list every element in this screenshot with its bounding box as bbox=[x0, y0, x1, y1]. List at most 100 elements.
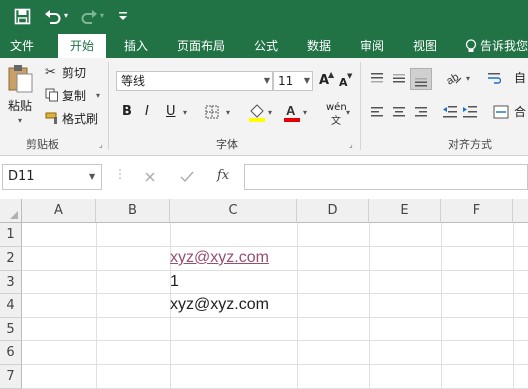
underline-dropdown-icon[interactable]: ▾ bbox=[183, 108, 187, 117]
copy-button[interactable]: 复制 bbox=[62, 88, 86, 104]
chevron-down-icon: ▼ bbox=[303, 76, 310, 85]
grid-line bbox=[22, 270, 528, 271]
font-color-icon[interactable]: A bbox=[283, 102, 301, 122]
orientation-icon[interactable]: ab bbox=[445, 69, 463, 87]
tab-page-layout[interactable]: 页面布局 bbox=[168, 34, 234, 58]
row-header-1[interactable]: 1 bbox=[0, 223, 22, 247]
phonetic-dropdown-icon[interactable]: ▾ bbox=[346, 108, 350, 117]
increase-indent-icon[interactable] bbox=[462, 105, 478, 119]
name-box-value: D11 bbox=[8, 169, 35, 184]
clipboard-launcher-icon[interactable]: ⌟ bbox=[99, 140, 103, 149]
column-header-c[interactable]: C bbox=[170, 199, 297, 223]
redo-icon[interactable] bbox=[80, 8, 98, 26]
font-size-value: 11 bbox=[278, 74, 294, 88]
tab-home[interactable]: 开始 bbox=[58, 34, 106, 58]
tab-review[interactable]: 审阅 bbox=[351, 34, 393, 58]
column-header-e[interactable]: E bbox=[369, 199, 441, 223]
column-header-f[interactable]: F bbox=[441, 199, 513, 223]
row-header-2[interactable]: 2 bbox=[0, 247, 22, 271]
cut-button[interactable]: 剪切 bbox=[62, 65, 86, 81]
align-center-icon[interactable] bbox=[392, 106, 406, 118]
paste-icon[interactable] bbox=[8, 64, 34, 94]
copy-dropdown-icon[interactable]: ▾ bbox=[96, 91, 100, 100]
grid-line bbox=[22, 340, 528, 341]
align-top-icon[interactable] bbox=[370, 72, 384, 84]
scissors-icon[interactable]: ✂ bbox=[45, 65, 56, 81]
bold-button[interactable]: B bbox=[122, 104, 132, 120]
formula-input[interactable] bbox=[244, 164, 528, 190]
save-icon[interactable] bbox=[14, 8, 32, 26]
chevron-down-icon: ▼ bbox=[263, 76, 270, 85]
tab-formulas[interactable]: 公式 bbox=[245, 34, 287, 58]
insert-function-button[interactable]: fx bbox=[217, 168, 229, 183]
column-header-g[interactable] bbox=[513, 199, 528, 223]
column-header-a[interactable]: A bbox=[22, 199, 96, 223]
tab-file[interactable]: 文件 bbox=[2, 34, 42, 58]
customize-icon[interactable] bbox=[118, 10, 128, 22]
align-right-icon[interactable] bbox=[414, 106, 428, 118]
paste-button[interactable]: 粘贴 bbox=[8, 98, 32, 114]
title-bar: ▾ ▾ bbox=[0, 0, 528, 34]
merge-center-button[interactable]: 合 bbox=[514, 104, 526, 120]
cell-c4[interactable]: xyz@xyz.com bbox=[170, 296, 269, 314]
tab-view[interactable]: 视图 bbox=[404, 34, 446, 58]
svg-text:A: A bbox=[286, 103, 296, 118]
grow-arrow-icon: ▲ bbox=[328, 70, 335, 79]
formula-bar: D11 ▼ ⋮ fx bbox=[0, 157, 528, 197]
align-middle-icon[interactable] bbox=[392, 72, 406, 84]
grid-line bbox=[22, 317, 528, 318]
font-launcher-icon[interactable]: ⌟ bbox=[349, 140, 353, 149]
select-all-corner[interactable] bbox=[0, 199, 22, 223]
paste-dropdown-icon[interactable]: ▾ bbox=[18, 116, 22, 125]
tab-insert[interactable]: 插入 bbox=[115, 34, 157, 58]
font-size-combo[interactable]: 11 ▼ bbox=[273, 71, 313, 91]
font-color-dropdown-icon[interactable]: ▾ bbox=[303, 108, 307, 117]
enter-icon[interactable] bbox=[180, 171, 194, 183]
orientation-dropdown-icon[interactable]: ▾ bbox=[466, 74, 470, 83]
redo-dropdown-icon[interactable]: ▾ bbox=[100, 11, 104, 20]
name-box[interactable]: D11 ▼ bbox=[2, 164, 102, 190]
undo-icon[interactable] bbox=[44, 8, 62, 26]
column-header-d[interactable]: D bbox=[297, 199, 369, 223]
grid-line bbox=[22, 293, 528, 294]
column-header-b[interactable]: B bbox=[96, 199, 170, 223]
borders-icon[interactable] bbox=[205, 105, 219, 119]
italic-button[interactable]: I bbox=[145, 104, 149, 120]
align-bottom-button[interactable] bbox=[410, 68, 432, 90]
font-name-value: 等线 bbox=[121, 74, 146, 88]
excel-window: ▾ ▾ 文件 开始 插入 页面布局 公式 数据 审阅 视图 告诉我您 粘贴 ▾ … bbox=[0, 0, 528, 389]
tell-me-search[interactable]: 告诉我您 bbox=[480, 34, 528, 58]
row-header-6[interactable]: 6 bbox=[0, 341, 22, 365]
row-header-5[interactable]: 5 bbox=[0, 318, 22, 341]
alignment-group-label: 对齐方式 bbox=[448, 138, 492, 151]
row-header-7[interactable]: 7 bbox=[0, 365, 22, 389]
group-divider bbox=[108, 62, 109, 150]
select-all-icon bbox=[10, 211, 18, 219]
font-name-combo[interactable]: 等线 ▼ bbox=[116, 71, 273, 91]
format-painter-button[interactable]: 格式刷 bbox=[62, 111, 98, 127]
align-left-icon[interactable] bbox=[370, 106, 384, 118]
borders-dropdown-icon[interactable]: ▾ bbox=[226, 108, 230, 117]
decrease-indent-icon[interactable] bbox=[442, 105, 458, 119]
row-header-3[interactable]: 3 bbox=[0, 271, 22, 294]
copy-icon[interactable] bbox=[45, 88, 59, 102]
wrap-text-icon[interactable] bbox=[487, 71, 501, 85]
undo-dropdown-icon[interactable]: ▾ bbox=[64, 11, 68, 20]
row-header-4[interactable]: 4 bbox=[0, 294, 22, 318]
grid-line bbox=[22, 246, 528, 247]
tab-data[interactable]: 数据 bbox=[298, 34, 340, 58]
format-painter-icon[interactable] bbox=[45, 111, 61, 125]
merge-center-icon[interactable] bbox=[493, 105, 509, 119]
clipboard-group-label: 剪贴板 bbox=[26, 138, 59, 151]
cell-c2-hyperlink[interactable]: xyz@xyz.com bbox=[170, 249, 269, 267]
ribbon-tabs: 文件 开始 插入 页面布局 公式 数据 审阅 视图 告诉我您 bbox=[0, 34, 528, 58]
cancel-icon[interactable] bbox=[144, 171, 156, 183]
shrink-arrow-icon: ▼ bbox=[347, 72, 353, 80]
underline-button[interactable]: U bbox=[166, 104, 176, 120]
separator-dots-icon: ⋮ bbox=[114, 167, 126, 181]
cell-c3[interactable]: 1 bbox=[170, 273, 179, 291]
ribbon: 粘贴 ▾ ✂ 剪切 复制 ▾ 格式刷 剪贴板 ⌟ 等线 ▼ 11 ▼ A ▲ A… bbox=[0, 58, 528, 156]
fill-color-icon[interactable] bbox=[248, 102, 266, 122]
fill-color-dropdown-icon[interactable]: ▾ bbox=[268, 108, 272, 117]
wrap-text-button[interactable]: 自 bbox=[514, 70, 526, 86]
